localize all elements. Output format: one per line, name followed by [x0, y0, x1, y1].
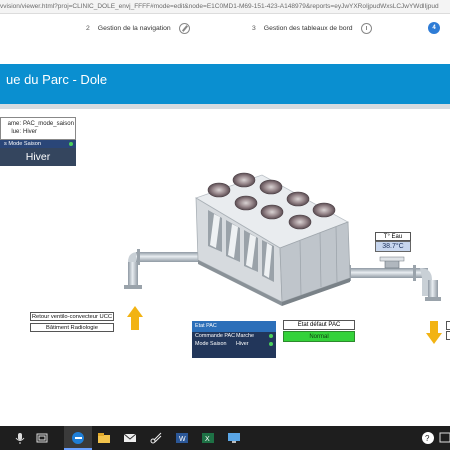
- clock-icon: [360, 23, 372, 34]
- status-row-command[interactable]: Commande PAC Marche: [192, 332, 276, 340]
- status-dot-icon: [269, 334, 273, 338]
- address-bar[interactable]: vvision/viewer.html?proj=CLINIC_DOLE_env…: [0, 0, 450, 14]
- tooltip-value-value: Hiver: [23, 129, 38, 135]
- file-explorer-icon[interactable]: [96, 430, 112, 446]
- microphone-icon[interactable]: [12, 430, 28, 446]
- status-dot-icon: [69, 142, 73, 146]
- tooltip-name-value: PAC_mode_saison: [23, 121, 74, 127]
- tooltip-info: ame: PAC_mode_saison lue: Hiver: [0, 117, 76, 140]
- notification-icon[interactable]: [438, 430, 450, 446]
- step-number: 2: [86, 25, 90, 32]
- pac-fault-label: Etat défaut PAC: [283, 320, 355, 330]
- pac-status-title: Etat PAC: [192, 321, 276, 332]
- snipping-icon[interactable]: [148, 430, 164, 446]
- status-value: Hiver: [236, 341, 249, 347]
- status-value: Marche: [236, 333, 254, 339]
- tooltip-name-key: ame:: [7, 121, 21, 127]
- step-number: 3: [252, 25, 256, 32]
- water-temp-label: T° Eau: [375, 232, 411, 241]
- status-key: Commande PAC: [195, 333, 236, 339]
- word-icon[interactable]: W: [174, 430, 190, 446]
- status-dot-icon: [269, 342, 273, 346]
- step-label: Gestion de la navigation: [97, 25, 171, 32]
- svg-text:X: X: [205, 436, 210, 443]
- variable-tooltip: ame: PAC_mode_saison lue: Hiver s Mode S…: [0, 117, 76, 166]
- building-label[interactable]: Bâtiment Radiologie: [30, 323, 114, 332]
- pencil-icon: [178, 23, 190, 34]
- offscreen-label: [446, 331, 450, 340]
- excel-icon[interactable]: X: [200, 430, 216, 446]
- step-number-badge: 4: [428, 22, 440, 34]
- svg-text:?: ?: [425, 434, 430, 443]
- tooltip-value-key: lue:: [11, 129, 21, 135]
- mode-saison-header[interactable]: s Mode Saison: [0, 140, 76, 148]
- remote-desktop-icon[interactable]: [226, 430, 242, 446]
- page-banner: ue du Parc - Dole: [0, 64, 450, 104]
- return-line-label[interactable]: Retour ventilo-convecteur UCC: [30, 312, 114, 321]
- edge-icon[interactable]: [70, 430, 86, 446]
- svg-text:W: W: [179, 436, 186, 443]
- mode-saison-label: s Mode Saison: [4, 141, 42, 147]
- mail-icon[interactable]: [122, 430, 138, 446]
- address-url[interactable]: vvision/viewer.html?proj=CLINIC_DOLE_env…: [0, 3, 439, 10]
- status-row-mode[interactable]: Mode Saison Hiver: [192, 340, 276, 348]
- mode-saison-value[interactable]: Hiver: [0, 148, 76, 166]
- step-active[interactable]: 4: [428, 22, 440, 34]
- offscreen-label: [446, 321, 450, 330]
- left-pipe: [124, 249, 210, 289]
- pac-fault-value[interactable]: Normal: [283, 331, 355, 342]
- help-icon[interactable]: ?: [420, 430, 436, 446]
- heat-pump-unit: [195, 172, 351, 306]
- taskbar: W X ?: [0, 426, 450, 450]
- pac-status-panel[interactable]: Etat PAC Commande PAC Marche Mode Saison…: [192, 321, 276, 358]
- step-label: Gestion des tableaux de bord: [263, 25, 353, 32]
- step-dashboards[interactable]: 3 Gestion des tableaux de bord: [252, 23, 372, 34]
- task-view-icon[interactable]: [34, 430, 50, 446]
- step-navigation[interactable]: 2 Gestion de la navigation: [86, 23, 190, 34]
- page-title: ue du Parc - Dole: [6, 72, 108, 87]
- flow-arrow-down: [426, 321, 442, 344]
- status-key: Mode Saison: [195, 341, 227, 347]
- wizard-steps: 2 Gestion de la navigation 3 Gestion des…: [0, 14, 450, 42]
- water-temp-value[interactable]: 38.7°C: [375, 241, 411, 252]
- flow-arrow-up: [127, 306, 143, 330]
